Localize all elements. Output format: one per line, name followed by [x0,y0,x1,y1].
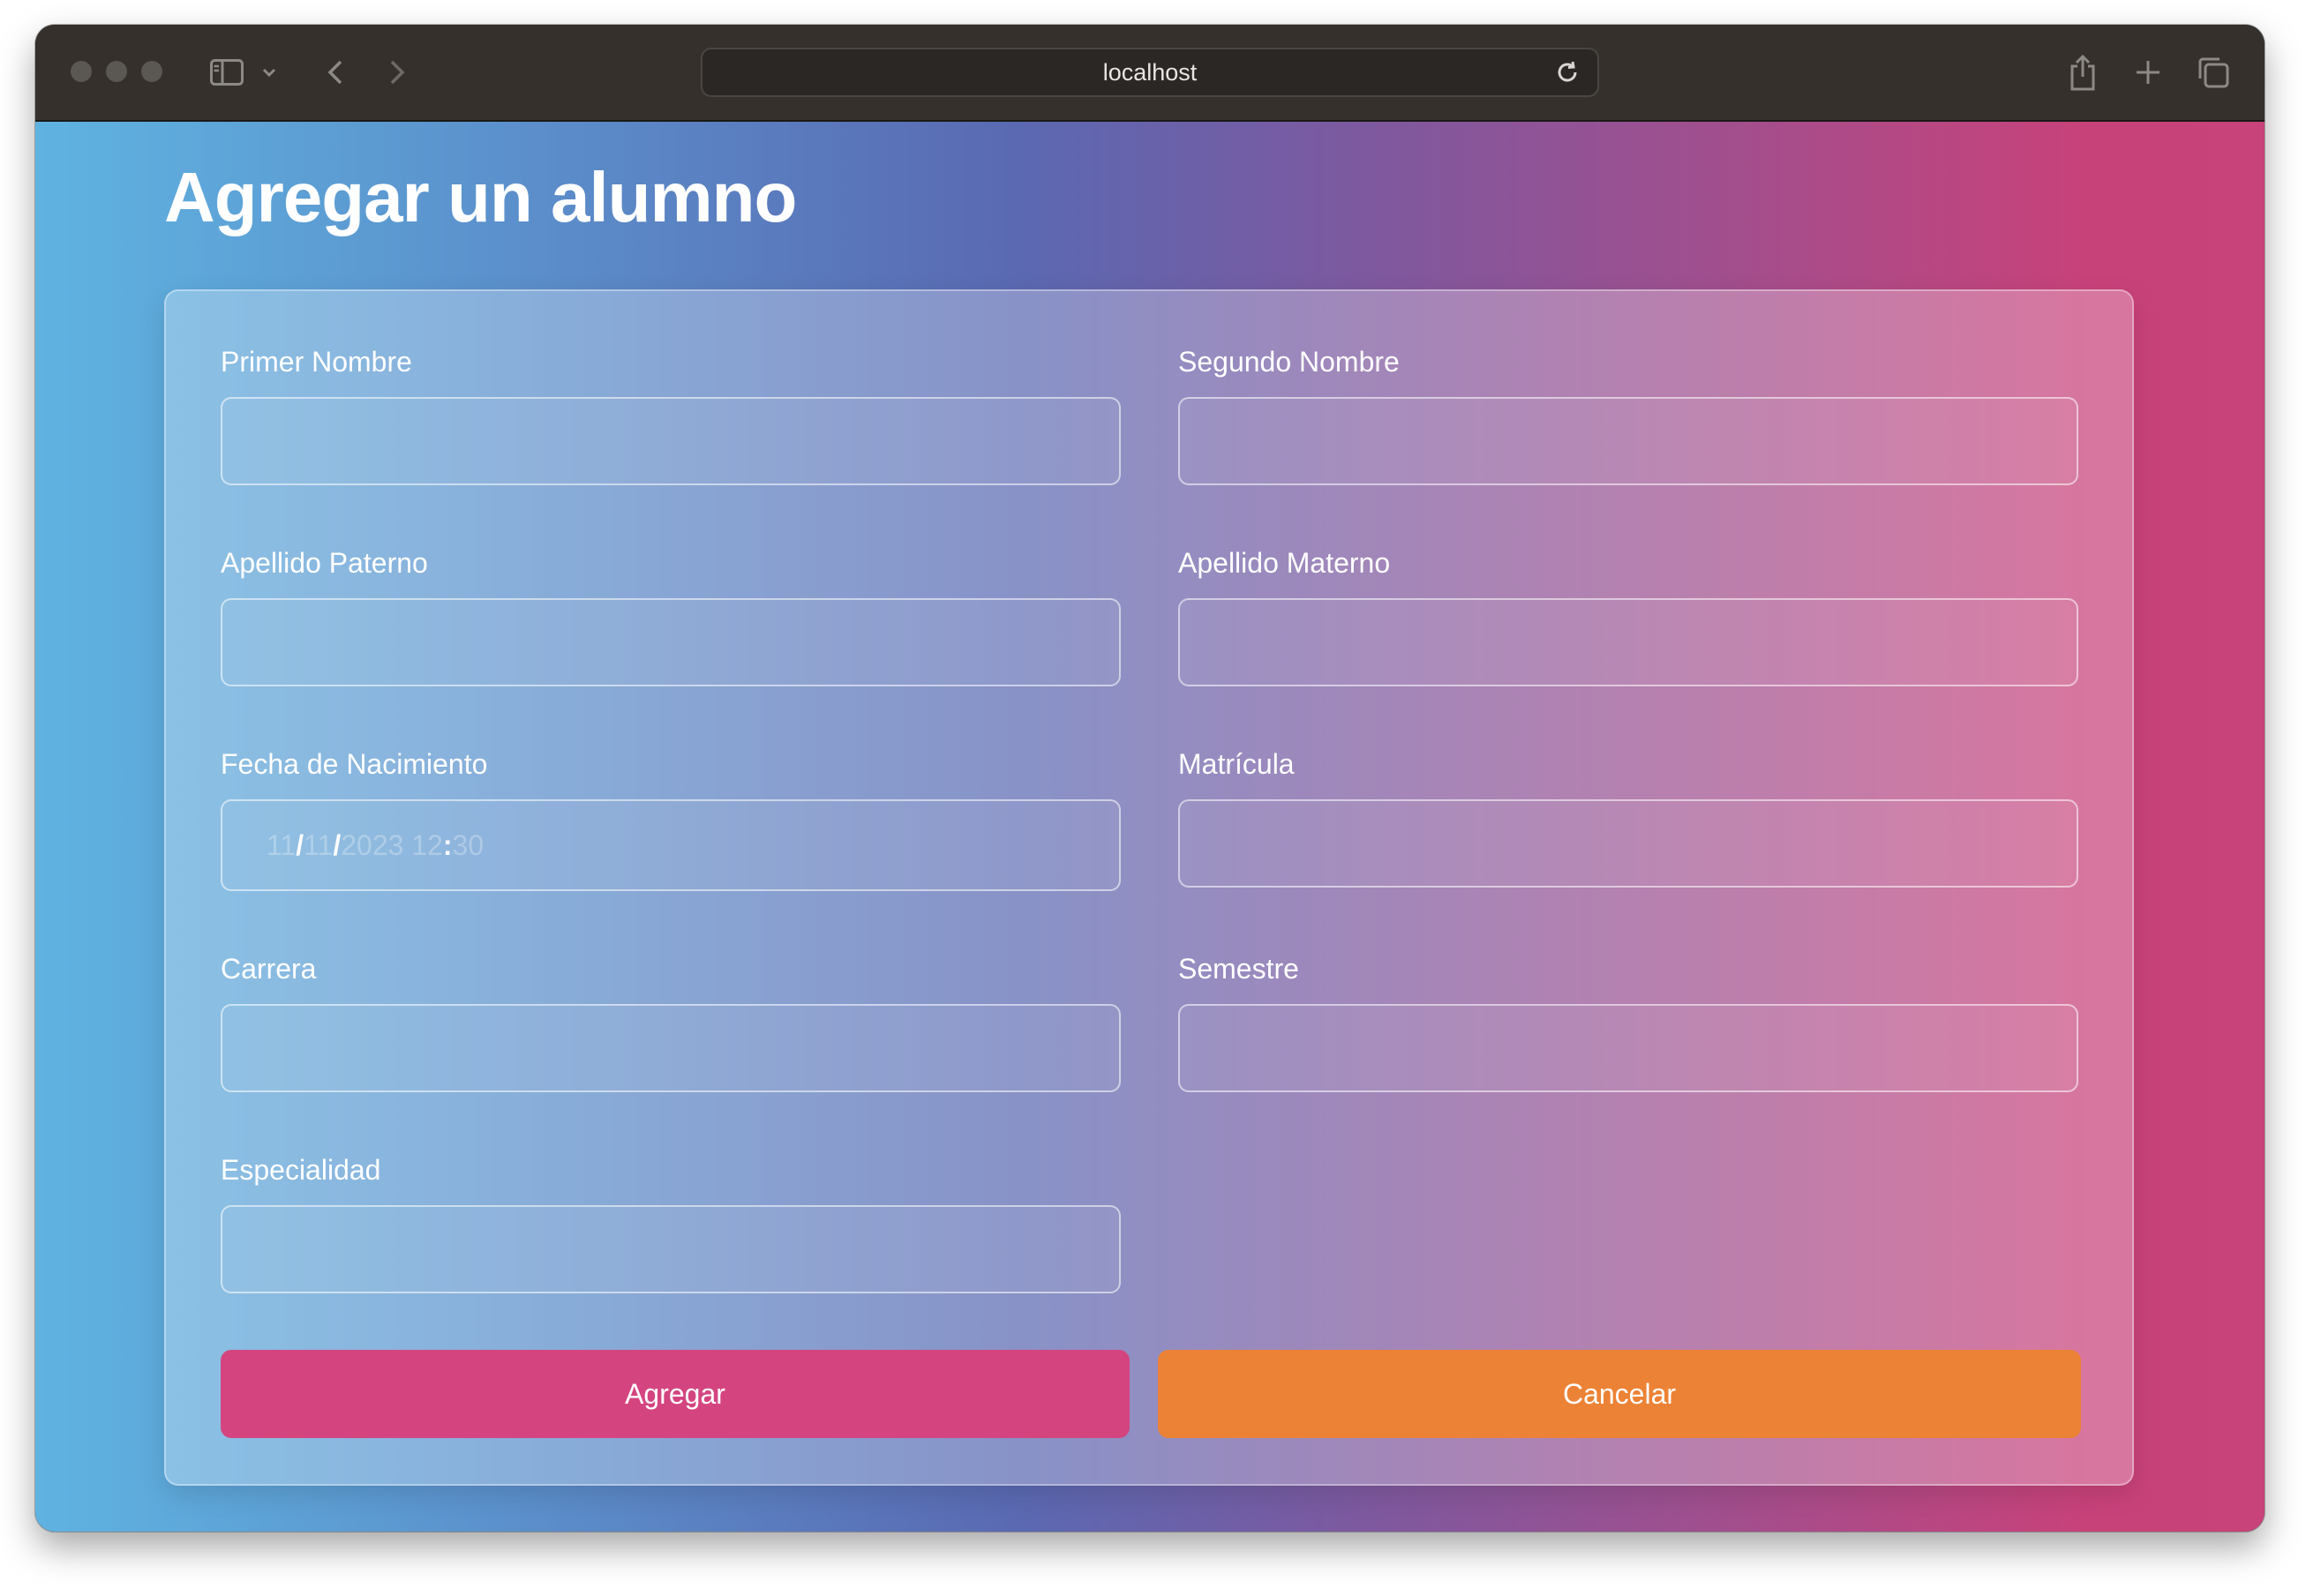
fecha-nacimiento-group: Fecha de Nacimiento 11/11/2023 12:30 [221,746,1121,891]
close-window-button[interactable] [71,61,92,82]
datetime-value: 11/11/2023 12:30 [267,801,484,889]
apellido-paterno-group: Apellido Paterno [221,545,1121,686]
semestre-input[interactable] [1178,1004,2078,1092]
page-title: Agregar un alumno [164,158,797,236]
primer-nombre-group: Primer Nombre [221,344,1121,485]
especialidad-label: Especialidad [221,1154,381,1186]
carrera-input[interactable] [221,1004,1121,1092]
date-year[interactable]: 2023 [341,829,403,862]
tabs-overview-icon[interactable] [2194,53,2233,92]
date-separator: / [296,828,304,861]
matricula-input[interactable] [1178,799,2078,888]
cancelar-button[interactable]: Cancelar [1158,1350,2081,1438]
date-month[interactable]: 11 [304,829,333,862]
especialidad-group: Especialidad [221,1152,1121,1293]
fecha-nacimiento-input[interactable]: 11/11/2023 12:30 [221,799,1121,891]
apellido-materno-input[interactable] [1178,598,2078,686]
carrera-group: Carrera [221,951,1121,1092]
chevron-down-icon[interactable] [259,58,280,86]
browser-window: localhost Agregar un alumno Primer Nombr… [35,25,2265,1532]
date-separator: / [333,828,342,861]
browser-toolbar: localhost [35,25,2265,122]
matricula-group: Matrícula [1178,746,2078,888]
matricula-label: Matrícula [1178,748,1295,780]
minimize-window-button[interactable] [106,61,127,82]
address-bar[interactable]: localhost [701,48,1599,97]
date-day[interactable]: 11 [267,829,296,862]
segundo-nombre-input[interactable] [1178,397,2078,485]
zoom-window-button[interactable] [141,61,162,82]
apellido-paterno-label: Apellido Paterno [221,547,428,579]
reload-icon[interactable] [1551,56,1583,88]
semestre-group: Semestre [1178,951,2078,1092]
semestre-label: Semestre [1178,953,1299,985]
chevron-left-icon[interactable] [316,53,355,92]
apellido-materno-group: Apellido Materno [1178,545,2078,686]
apellido-paterno-input[interactable] [221,598,1121,686]
segundo-nombre-label: Segundo Nombre [1178,346,1400,378]
chevron-right-icon[interactable] [378,53,417,92]
sidebar-icon[interactable] [208,55,245,90]
student-form: Primer Nombre Segundo Nombre Apellido Pa… [164,289,2134,1486]
time-hour[interactable]: 12 [411,829,443,862]
apellido-materno-label: Apellido Materno [1178,547,1391,579]
agregar-button[interactable]: Agregar [221,1350,1130,1438]
share-icon[interactable] [2063,51,2102,94]
page-content: Agregar un alumno Primer Nombre Segundo … [35,122,2265,1532]
primer-nombre-label: Primer Nombre [221,346,412,378]
primer-nombre-input[interactable] [221,397,1121,485]
especialidad-input[interactable] [221,1205,1121,1293]
time-separator: : [442,828,453,861]
fecha-nacimiento-label: Fecha de Nacimiento [221,748,488,780]
carrera-label: Carrera [221,953,317,985]
url-text: localhost [1102,58,1198,86]
plus-icon[interactable] [2129,53,2167,92]
time-minute[interactable]: 30 [453,829,484,862]
segundo-nombre-group: Segundo Nombre [1178,344,2078,485]
